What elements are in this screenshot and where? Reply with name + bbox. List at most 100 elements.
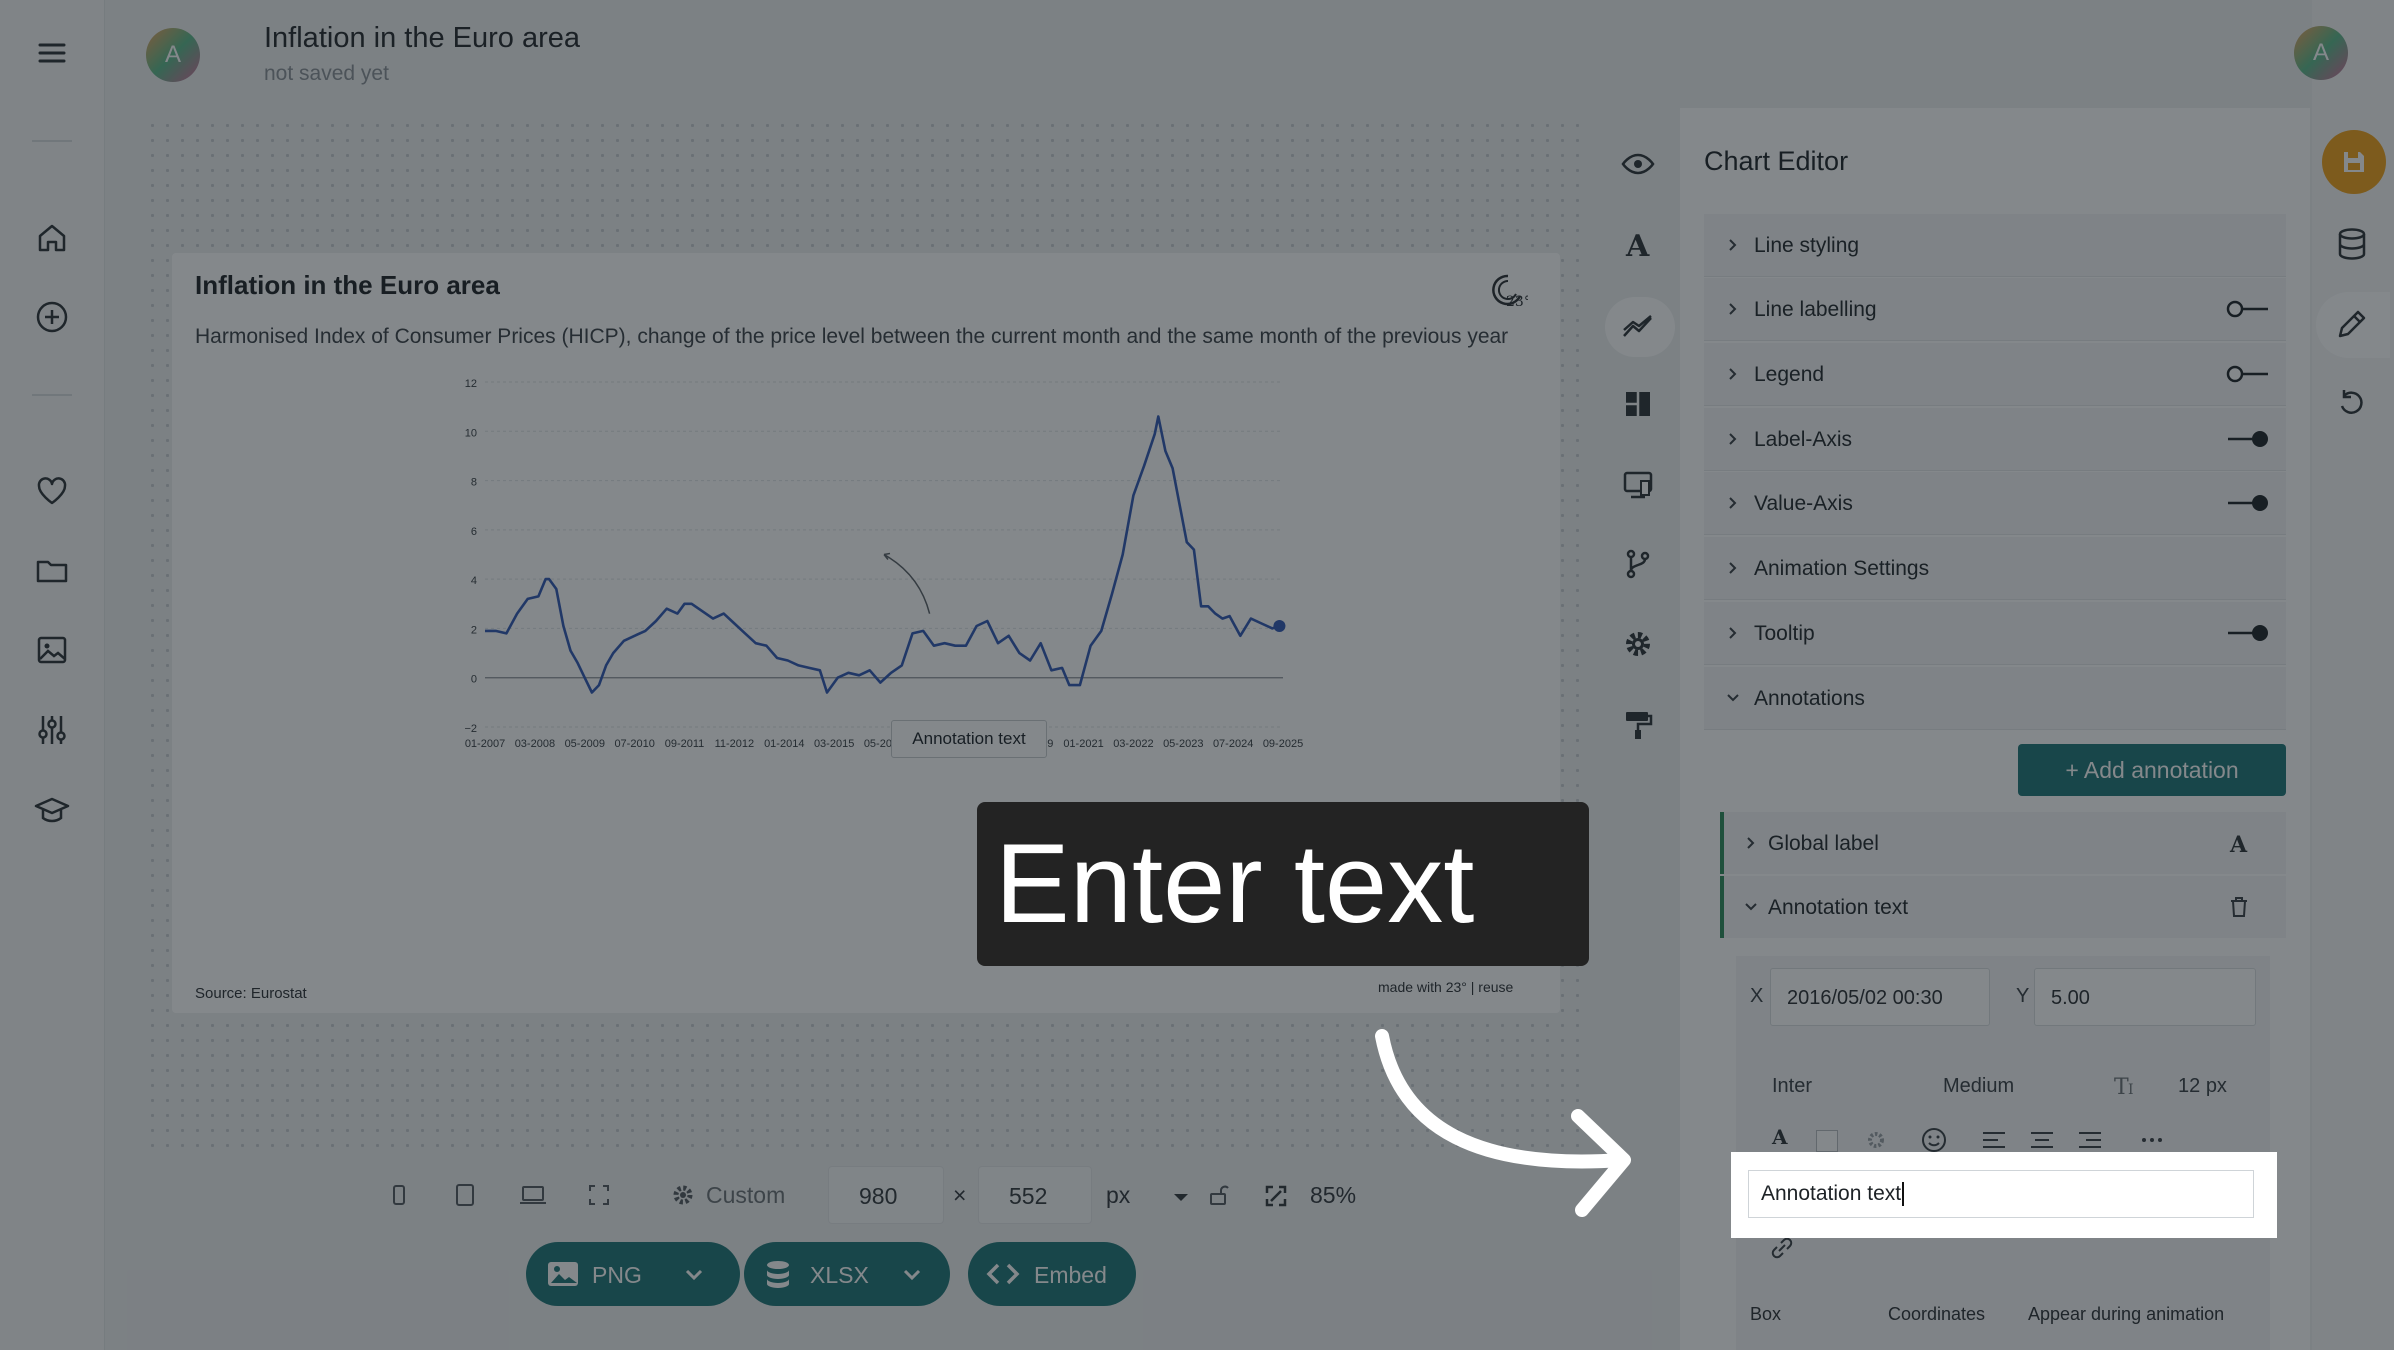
toggle-on[interactable] bbox=[2226, 622, 2270, 644]
section-legend[interactable]: Legend bbox=[1704, 343, 2286, 406]
text-size-icon: TI bbox=[2114, 1075, 2134, 1098]
x-tick-label: 01-2021 bbox=[1063, 738, 1103, 750]
add-circle-icon[interactable] bbox=[32, 297, 72, 337]
x-tick-label: 03-2008 bbox=[515, 738, 555, 750]
folder-icon[interactable] bbox=[32, 550, 72, 590]
save-button[interactable] bbox=[2322, 130, 2386, 194]
x-tick-label: 09-2011 bbox=[665, 738, 705, 750]
heart-icon[interactable] bbox=[32, 471, 72, 511]
chart-title[interactable]: Inflation in the Euro area bbox=[195, 270, 500, 301]
embed-button[interactable]: Embed bbox=[968, 1242, 1136, 1306]
y-tick-label: −2 bbox=[464, 723, 477, 735]
settings-icon[interactable] bbox=[1864, 1128, 1888, 1152]
y-coordinate-input[interactable]: 5.00 bbox=[2034, 968, 2256, 1026]
image-icon[interactable] bbox=[32, 630, 72, 670]
fullscreen-icon[interactable] bbox=[584, 1180, 614, 1210]
section-line-labelling[interactable]: Line labelling bbox=[1704, 278, 2286, 341]
tutorial-arrow-icon bbox=[1375, 1029, 1631, 1217]
device-preview-icon[interactable] bbox=[1618, 464, 1658, 504]
avatar[interactable]: A bbox=[146, 28, 200, 82]
chart-credit[interactable]: made with 23° | reuse bbox=[1378, 979, 1513, 995]
export-xlsx-button[interactable]: XLSX bbox=[744, 1242, 950, 1306]
x-tick-label: 03-2022 bbox=[1113, 738, 1153, 750]
section-line-styling[interactable]: Line styling bbox=[1704, 214, 2286, 277]
annotation-item-label: Annotation text bbox=[1768, 896, 1909, 919]
align-right-icon[interactable] bbox=[2076, 1128, 2104, 1152]
layout-icon[interactable] bbox=[1618, 384, 1658, 424]
chevron-down-icon[interactable] bbox=[1168, 1184, 1194, 1210]
user-avatar[interactable]: A bbox=[2294, 26, 2348, 80]
menu-icon[interactable] bbox=[32, 33, 72, 73]
toggle-on[interactable] bbox=[2226, 428, 2270, 450]
desktop-size-icon[interactable] bbox=[518, 1180, 548, 1210]
custom-size-gear-icon bbox=[668, 1180, 698, 1210]
home-icon[interactable] bbox=[32, 218, 72, 258]
export-png-button[interactable]: PNG bbox=[526, 1242, 740, 1306]
background-color-swatch[interactable] bbox=[1816, 1130, 1838, 1152]
tablet-size-icon[interactable] bbox=[452, 1180, 478, 1210]
font-icon[interactable]: A bbox=[1618, 224, 1658, 264]
sliders-icon[interactable] bbox=[32, 710, 72, 750]
toggle-off[interactable] bbox=[2226, 298, 2270, 320]
code-icon bbox=[986, 1263, 1020, 1285]
unlock-icon[interactable] bbox=[1206, 1182, 1232, 1208]
font-size-value: 12 bbox=[2178, 1075, 2201, 1097]
zoom-level: 85% bbox=[1310, 1182, 1357, 1208]
toggle-off[interactable] bbox=[2226, 363, 2270, 385]
x-tick-label: 07-2024 bbox=[1213, 738, 1253, 750]
unit-select[interactable]: px bbox=[1106, 1182, 1130, 1209]
undo-icon[interactable] bbox=[2334, 386, 2370, 422]
section-annotations[interactable]: Annotations bbox=[1704, 667, 2286, 730]
align-left-icon[interactable] bbox=[1980, 1128, 2008, 1152]
section-label: Label-Axis bbox=[1754, 428, 1853, 451]
svg-text:T: T bbox=[2114, 1075, 2129, 1098]
annotation-arrow bbox=[883, 552, 931, 614]
phone-size-icon[interactable] bbox=[386, 1180, 412, 1210]
paint-roller-icon[interactable] bbox=[1618, 704, 1658, 744]
chart-annotation[interactable]: Annotation text bbox=[891, 720, 1047, 758]
line-chart-icon[interactable] bbox=[1618, 306, 1658, 346]
toggle-on[interactable] bbox=[2226, 492, 2270, 514]
section-value-axis[interactable]: Value-Axis bbox=[1704, 472, 2286, 535]
annotation-item-row[interactable]: Annotation text bbox=[1720, 876, 2286, 938]
text-color-icon[interactable]: A bbox=[1768, 1124, 1792, 1148]
database-icon[interactable] bbox=[2332, 224, 2372, 264]
tab-box[interactable]: Box bbox=[1750, 1304, 1781, 1325]
chevron-down-icon[interactable] bbox=[682, 1262, 706, 1286]
emoji-icon[interactable] bbox=[1920, 1126, 1948, 1154]
height-input[interactable]: 552 bbox=[978, 1166, 1092, 1224]
chart-subtitle[interactable]: Harmonised Index of Consumer Prices (HIC… bbox=[195, 325, 1508, 349]
chevron-down-icon[interactable] bbox=[900, 1262, 924, 1286]
x-tick-label: 07-2010 bbox=[614, 738, 654, 750]
chevron-right-icon bbox=[1729, 627, 1737, 639]
section-label-axis[interactable]: Label-Axis bbox=[1704, 408, 2286, 471]
section-tooltip[interactable]: Tooltip bbox=[1704, 602, 2286, 665]
image-icon bbox=[548, 1262, 578, 1286]
add-annotation-button[interactable]: + Add annotation bbox=[2018, 744, 2286, 796]
width-input[interactable]: 980 bbox=[828, 1166, 944, 1224]
annotation-text-input[interactable]: Annotation text bbox=[1748, 1170, 2254, 1218]
link-icon[interactable] bbox=[1768, 1234, 1796, 1262]
font-family-select[interactable]: Inter bbox=[1772, 1075, 1812, 1098]
document-title[interactable]: Inflation in the Euro area bbox=[264, 22, 580, 55]
section-animation-settings[interactable]: Animation Settings bbox=[1704, 537, 2286, 600]
align-center-icon[interactable] bbox=[2028, 1128, 2056, 1152]
x-coordinate-input[interactable]: 2016/05/02 00:30 bbox=[1770, 968, 1990, 1026]
size-preset-label[interactable]: Custom bbox=[706, 1182, 785, 1209]
graduation-cap-icon[interactable] bbox=[32, 790, 72, 830]
branch-icon[interactable] bbox=[1618, 544, 1658, 584]
font-size-input[interactable]: 12 px bbox=[2178, 1075, 2227, 1098]
more-options-icon[interactable] bbox=[2138, 1130, 2166, 1150]
eye-icon[interactable] bbox=[1618, 144, 1658, 184]
gear-icon[interactable] bbox=[1618, 624, 1658, 664]
right-rail bbox=[2312, 0, 2394, 1350]
tab-appear-during-animation[interactable]: Appear during animation bbox=[2028, 1304, 2224, 1325]
font-weight-select[interactable]: Medium bbox=[1943, 1075, 2014, 1098]
y-tick-label: 6 bbox=[471, 526, 477, 538]
global-label-row[interactable]: Global label A bbox=[1720, 812, 2286, 874]
fit-zoom-icon[interactable] bbox=[1262, 1182, 1290, 1210]
trash-icon[interactable] bbox=[2226, 894, 2252, 920]
pencil-icon[interactable] bbox=[2332, 304, 2372, 344]
tab-coordinates[interactable]: Coordinates bbox=[1888, 1304, 1985, 1325]
text-caret bbox=[1902, 1182, 1904, 1207]
